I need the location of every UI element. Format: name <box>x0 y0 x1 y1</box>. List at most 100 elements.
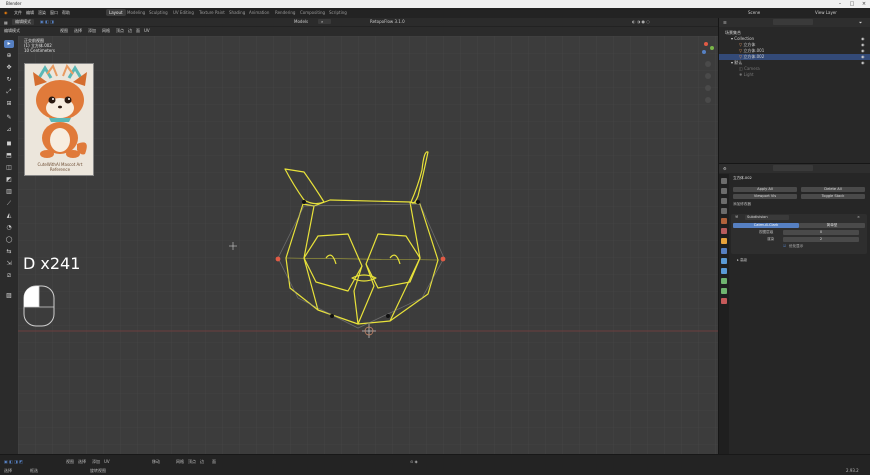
scale-tool-icon[interactable]: ⤢ <box>4 88 14 96</box>
viewport-levels-field[interactable]: 0 <box>783 230 859 235</box>
select-box-tool-icon[interactable]: ▸ <box>4 40 14 48</box>
delete-all-button[interactable]: Delete All <box>801 187 865 192</box>
mode-selector[interactable]: 编辑模式 <box>12 19 34 25</box>
smooth-tool-icon[interactable]: ◯ <box>4 236 14 244</box>
apply-all-button[interactable]: Apply All <box>733 187 797 192</box>
particles-tab-icon[interactable] <box>721 258 727 264</box>
modifier-name-input[interactable]: Subdivision <box>745 215 789 220</box>
status-mesh[interactable]: 网格 <box>176 459 184 465</box>
outliner-editor-icon[interactable]: ☰ <box>723 20 727 25</box>
rip-tool-icon[interactable]: ▨ <box>4 292 14 300</box>
extrude-tool-icon[interactable]: ⬒ <box>4 152 14 160</box>
menu-select[interactable]: 选择 <box>74 28 82 34</box>
edge-slide-tool-icon[interactable]: ⇆ <box>4 248 14 256</box>
tab-texture-paint[interactable]: Texture Paint <box>196 9 228 16</box>
mode-icons[interactable]: ▣ ◧ ◨ ◩ <box>4 459 23 464</box>
outliner-row-light[interactable]: ✹ Light <box>719 72 870 78</box>
status-menu-view[interactable]: 视图 <box>66 459 74 465</box>
menu-mesh[interactable]: 网格 <box>102 28 110 34</box>
add-modifier-button[interactable]: 添加修改器 <box>733 202 751 207</box>
cursor-tool-icon[interactable]: ⊕ <box>4 52 14 60</box>
scene-selector[interactable]: Scene <box>748 10 760 15</box>
menu-window[interactable]: 窗口 <box>50 10 58 16</box>
outliner-search-input[interactable] <box>773 19 813 25</box>
tab-uv-editing[interactable]: UV Editing <box>170 9 197 16</box>
tab-compositing[interactable]: Compositing <box>297 9 328 16</box>
tab-modeling[interactable]: Modeling <box>124 9 148 16</box>
scene-tab-icon[interactable] <box>721 218 727 224</box>
select-mode-icons[interactable]: ▣ ◧ ◨ <box>40 19 54 24</box>
menu-vertex[interactable]: 顶点 <box>116 28 124 34</box>
menu-view[interactable]: 视图 <box>60 28 68 34</box>
pivot-selector[interactable]: Models <box>294 19 308 24</box>
object-tab-icon[interactable] <box>721 238 727 244</box>
material-tab-icon[interactable] <box>721 298 727 304</box>
viewport-shading-icons[interactable]: ◐ ◑ ● ○ <box>632 19 650 24</box>
close-icon[interactable]: × <box>858 0 870 8</box>
inset-tool-icon[interactable]: ◫ <box>4 164 14 172</box>
constraints-tab-icon[interactable] <box>721 278 727 284</box>
snap-label[interactable]: RetopoFlow 3.1.0 <box>370 19 405 24</box>
catmull-clark-tab[interactable]: Catmull-Clark <box>733 223 799 228</box>
viewport-vis-button[interactable]: Viewport Vis <box>733 194 797 199</box>
tab-rendering[interactable]: Rendering <box>272 9 298 16</box>
status-menu-select[interactable]: 选择 <box>78 459 86 465</box>
menu-file[interactable]: 文件 <box>14 10 22 16</box>
status-edge[interactable]: 边 <box>200 459 204 465</box>
view-layer-selector[interactable]: View Layer <box>815 10 837 15</box>
world-tab-icon[interactable] <box>721 228 727 234</box>
measure-tool-icon[interactable]: ⊿ <box>4 126 14 134</box>
menu-uv[interactable]: UV <box>144 28 150 33</box>
menu-face[interactable]: 面 <box>136 28 140 34</box>
status-menu-add[interactable]: 添加 <box>92 459 100 465</box>
search-icon[interactable]: ⌕ <box>318 19 332 24</box>
3d-viewport[interactable]: 正交前视图 (1) 立方体.002 10 Centimeters CuteWit… <box>18 36 718 454</box>
menu-add[interactable]: 添加 <box>88 28 96 34</box>
tab-layout[interactable]: Layout <box>106 9 126 16</box>
tab-animation[interactable]: Animation <box>246 9 272 16</box>
view-layer-tab-icon[interactable] <box>721 208 727 214</box>
menu-render[interactable]: 渲染 <box>38 10 46 16</box>
output-tab-icon[interactable] <box>721 198 727 204</box>
navigation-gizmo[interactable] <box>698 36 718 116</box>
menu-help[interactable]: 帮助 <box>62 10 70 16</box>
physics-tab-icon[interactable] <box>721 268 727 274</box>
render-levels-field[interactable]: 2 <box>783 237 859 242</box>
move-tool-icon[interactable]: ✥ <box>4 64 14 72</box>
checkbox-icon[interactable]: ☑ <box>783 244 786 248</box>
shear-tool-icon[interactable]: ⧄ <box>4 272 14 280</box>
mode-dropdown[interactable]: 编辑模式 <box>4 28 20 34</box>
status-vertex[interactable]: 顶点 <box>188 459 196 465</box>
add-cube-tool-icon[interactable]: ◼ <box>4 140 14 148</box>
render-tab-icon[interactable] <box>721 188 727 194</box>
editor-type-icon[interactable]: ▦ <box>4 20 8 25</box>
transform-tool-icon[interactable]: ⊞ <box>4 100 14 108</box>
close-modifier-icon[interactable]: × <box>857 215 860 219</box>
advanced-section-toggle[interactable]: ▸ 高级 <box>737 258 747 263</box>
knife-tool-icon[interactable]: ⟋ <box>4 200 14 208</box>
tab-sculpting[interactable]: Sculpting <box>146 9 171 16</box>
tab-shading[interactable]: Shading <box>226 9 248 16</box>
shrink-tool-icon[interactable]: ⇲ <box>4 260 14 268</box>
tool-tab-icon[interactable] <box>721 178 727 184</box>
blender-logo-icon[interactable]: ◉ <box>4 10 8 15</box>
minimize-icon[interactable]: – <box>834 0 846 8</box>
bevel-tool-icon[interactable]: ◩ <box>4 176 14 184</box>
annotate-tool-icon[interactable]: ✎ <box>4 114 14 122</box>
maximize-icon[interactable]: □ <box>846 0 858 8</box>
rotate-tool-icon[interactable]: ↻ <box>4 76 14 84</box>
properties-search-input[interactable] <box>773 165 813 171</box>
menu-edge[interactable]: 边 <box>128 28 132 34</box>
simple-tab[interactable]: 简单型 <box>799 223 865 228</box>
modifier-tab-icon[interactable] <box>721 248 727 254</box>
snap-icons[interactable]: ⊙ ◈ <box>410 459 418 464</box>
loop-cut-tool-icon[interactable]: ▥ <box>4 188 14 196</box>
status-face[interactable]: 面 <box>212 459 216 465</box>
tab-scripting[interactable]: Scripting <box>326 9 350 16</box>
poly-build-tool-icon[interactable]: ◭ <box>4 212 14 220</box>
toggle-stack-button[interactable]: Toggle Stack <box>801 194 865 199</box>
properties-editor-icon[interactable]: ⚙ <box>723 166 727 171</box>
status-menu-uv[interactable]: UV <box>104 459 110 464</box>
data-tab-icon[interactable] <box>721 288 727 294</box>
filter-icon[interactable]: ⏷ <box>859 20 862 25</box>
